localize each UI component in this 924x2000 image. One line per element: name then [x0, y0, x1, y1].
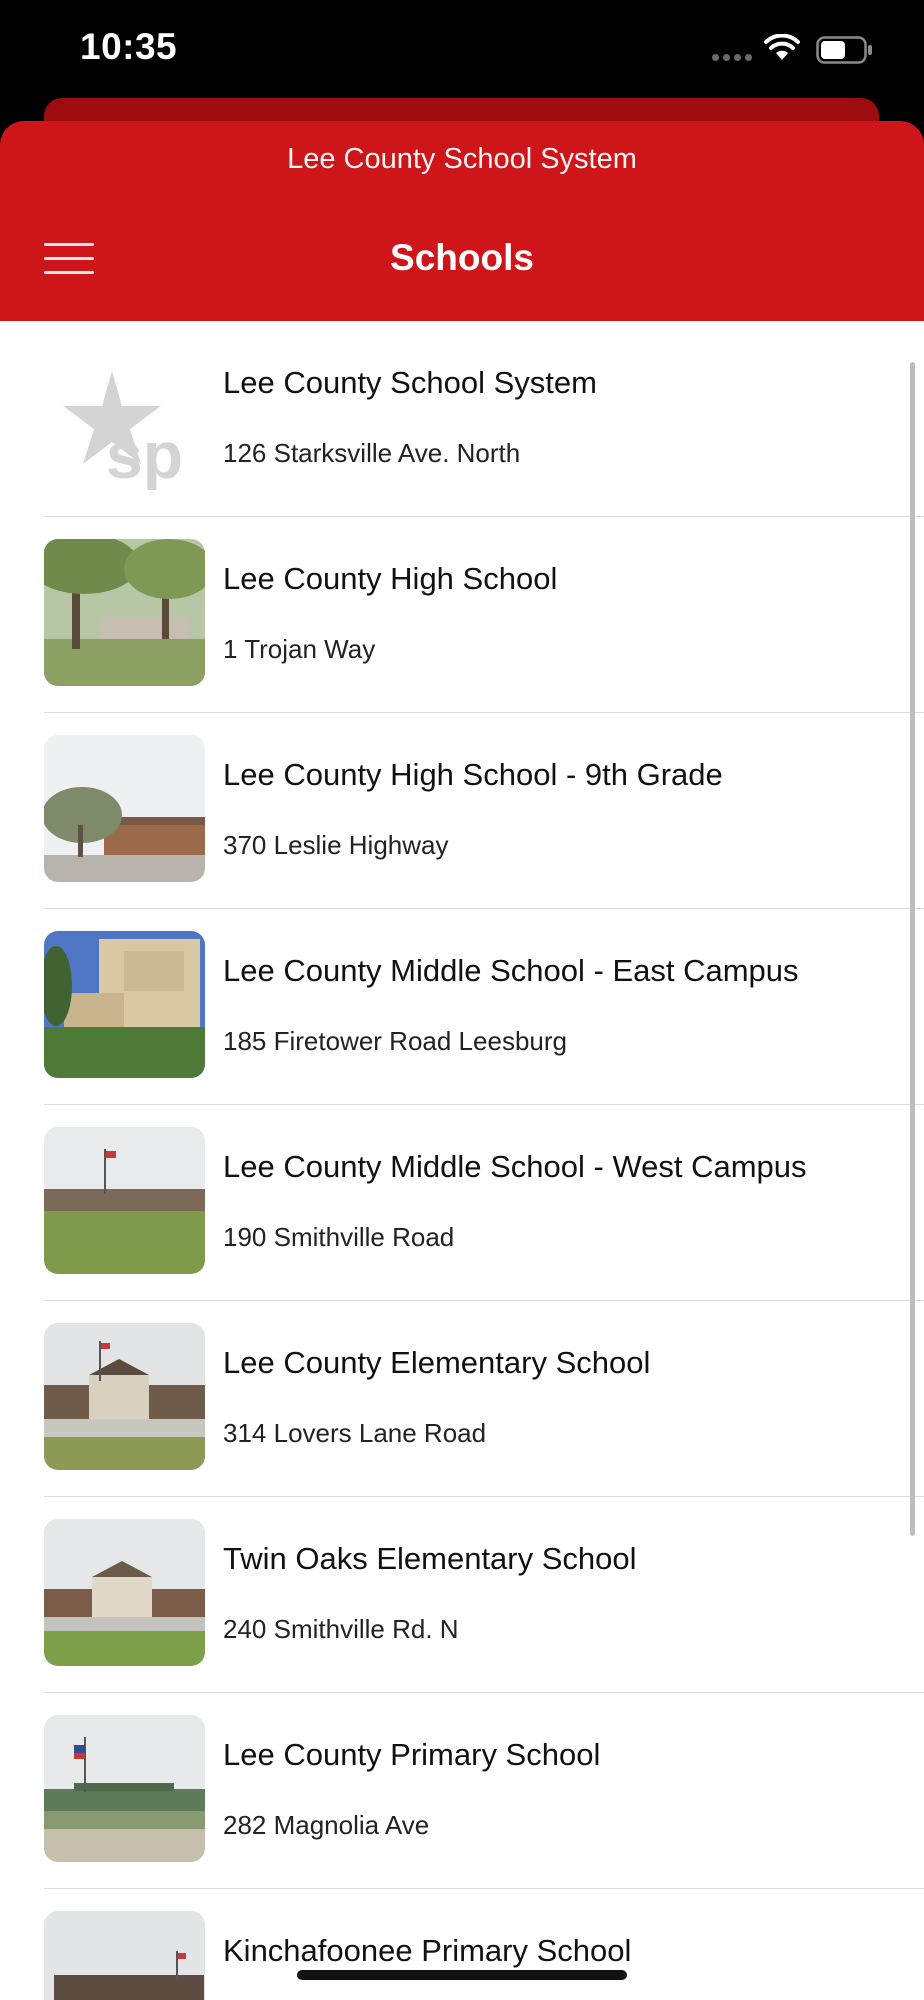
school-name: Lee County Middle School - West Campus: [223, 1149, 807, 1184]
svg-text:sp: sp: [106, 418, 183, 490]
school-photo: [44, 1911, 205, 2000]
school-address: 1 Trojan Way: [223, 634, 376, 664]
list-item[interactable]: Lee County High School 1 Trojan Way: [0, 517, 924, 713]
school-name: Kinchafoonee Primary School: [223, 1933, 632, 1968]
school-address: 126 Starksville Ave. North: [223, 438, 521, 468]
list-item[interactable]: Lee County High School - 9th Grade 370 L…: [0, 713, 924, 909]
school-address: 370 Leslie Highway: [223, 830, 449, 860]
school-address: 190 Smithville Road: [223, 1222, 455, 1252]
list-item[interactable]: Kinchafoonee Primary School: [0, 1889, 924, 2000]
header-subtitle: Lee County School System: [287, 143, 637, 175]
school-name: Lee County High School - 9th Grade: [223, 757, 723, 792]
page-title: Schools: [390, 237, 534, 278]
school-photo: [44, 539, 205, 686]
school-name: Lee County School System: [223, 365, 597, 400]
scrollbar[interactable]: [910, 362, 915, 1536]
hamburger-menu-icon[interactable]: [44, 239, 94, 279]
list-item[interactable]: Lee County Primary School 282 Magnolia A…: [0, 1693, 924, 1889]
list-item[interactable]: Lee County Middle School - West Campus 1…: [0, 1105, 924, 1301]
school-address: 240 Smithville Rd. N: [223, 1614, 459, 1644]
list-item[interactable]: Twin Oaks Elementary School 240 Smithvil…: [0, 1497, 924, 1693]
school-name: Lee County Middle School - East Campus: [223, 953, 799, 988]
school-photo: [44, 931, 205, 1078]
school-address: 314 Lovers Lane Road: [223, 1418, 487, 1448]
school-address: 185 Firetower Road Leesburg: [223, 1026, 567, 1056]
app-header: Lee County School System Schools: [0, 121, 924, 321]
status-time: 10:35: [80, 26, 178, 67]
school-name: Lee County High School: [223, 561, 558, 596]
school-name: Lee County Elementary School: [223, 1345, 651, 1380]
school-photo: [44, 1519, 205, 1666]
list-item[interactable]: sp Lee County School System 126 Starksvi…: [0, 321, 924, 517]
school-address: 282 Magnolia Ave: [223, 1810, 430, 1840]
school-photo: [44, 735, 205, 882]
school-photo: [44, 1323, 205, 1470]
list-item[interactable]: Lee County Middle School - East Campus 1…: [0, 909, 924, 1105]
wifi-icon: [764, 34, 800, 60]
status-bar: 10:35: [0, 0, 924, 100]
school-photo: [44, 1715, 205, 1862]
cellular-signal-icon: [712, 54, 752, 61]
school-name: Twin Oaks Elementary School: [223, 1541, 637, 1576]
home-indicator[interactable]: [297, 1970, 627, 1980]
school-name: Lee County Primary School: [223, 1737, 601, 1772]
district-logo-icon: sp: [44, 343, 205, 490]
school-photo: [44, 1127, 205, 1274]
list-item[interactable]: Lee County Elementary School 314 Lovers …: [0, 1301, 924, 1497]
schools-list[interactable]: sp Lee County School System 126 Starksvi…: [0, 321, 924, 2000]
battery-icon: [816, 36, 872, 64]
